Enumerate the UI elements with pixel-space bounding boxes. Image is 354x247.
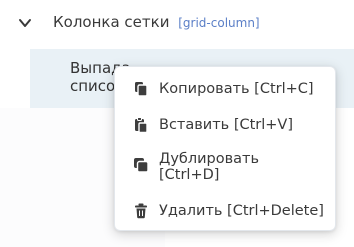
menu-item-label: Дублировать [Ctrl+D]	[159, 151, 260, 183]
tree-node-grid-column[interactable]: Колонка сетки [grid-column]	[0, 0, 354, 48]
tree-node-label: Колонка сетки	[53, 13, 170, 31]
menu-item-label: Вставить [Ctrl+V]	[159, 117, 294, 133]
menu-item-delete[interactable]: Удалить [Ctrl+Delete]	[115, 199, 335, 223]
menu-item-copy[interactable]: Копировать [Ctrl+C]	[115, 77, 335, 101]
menu-item-duplicate[interactable]: Дублировать [Ctrl+D]	[115, 149, 335, 185]
paste-icon	[135, 117, 148, 133]
trash-icon	[135, 203, 147, 219]
tree-node-title: Колонка сетки [grid-column]	[53, 13, 260, 31]
duplicate-icon	[134, 158, 149, 173]
tree-node-tag: [grid-column]	[178, 16, 260, 30]
menu-item-paste[interactable]: Вставить [Ctrl+V]	[115, 113, 335, 137]
menu-item-label: Удалить [Ctrl+Delete]	[159, 203, 324, 219]
chevron-down-icon[interactable]	[17, 15, 33, 31]
menu-item-label: Копировать [Ctrl+C]	[159, 81, 314, 97]
copy-icon	[135, 82, 148, 97]
context-menu: Копировать [Ctrl+C] Вставить [Ctrl+V] Ду…	[114, 66, 336, 231]
